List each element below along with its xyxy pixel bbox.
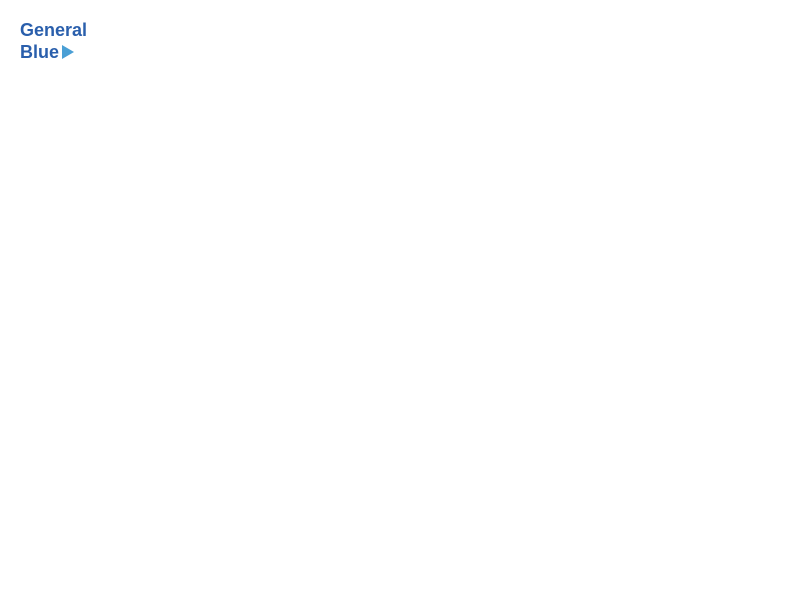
page-header: General Blue (20, 20, 772, 63)
logo-text: General Blue (20, 20, 87, 63)
logo: General Blue (20, 20, 87, 63)
